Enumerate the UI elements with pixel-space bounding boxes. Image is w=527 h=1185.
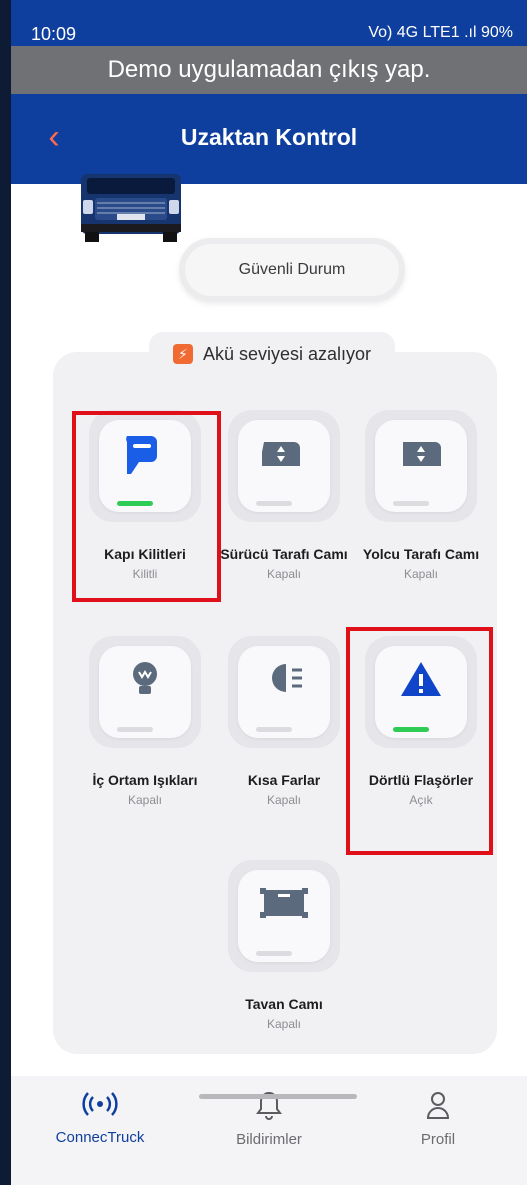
status-icons: Vo) 4G LTE1 .ıl 90% bbox=[368, 24, 513, 42]
status-time: 10:09 bbox=[31, 24, 77, 44]
control-state: Kapalı bbox=[266, 567, 302, 581]
status-indicator bbox=[256, 727, 292, 732]
nav-label: Bildirimler bbox=[236, 1131, 302, 1148]
app-screen: 10:09 Vo) 4G LTE1 .ıl 90% Demo uygulamad… bbox=[11, 0, 527, 1185]
control-driver-window[interactable]: Sürücü Tarafı Camı Kapalı bbox=[214, 410, 354, 581]
control-low-beams[interactable]: Kısa Farlar Kapalı bbox=[214, 636, 354, 807]
truck-image bbox=[81, 174, 181, 242]
bottom-navigation: ConnecTruck Bildirimler Profil bbox=[11, 1076, 527, 1185]
page-title: Uzaktan Kontrol bbox=[180, 124, 358, 150]
nav-connectruck[interactable]: ConnecTruck bbox=[15, 1090, 185, 1146]
driver-window-icon bbox=[262, 442, 300, 466]
control-label: Kısa Farlar bbox=[247, 772, 321, 788]
control-card[interactable] bbox=[228, 860, 340, 972]
battery-warning-text: Akü seviyesi azalıyor bbox=[202, 343, 372, 364]
nav-profile[interactable]: Profil bbox=[353, 1090, 523, 1148]
control-label: Tavan Camı bbox=[245, 996, 323, 1012]
status-indicator bbox=[256, 501, 292, 506]
interior-light-icon bbox=[133, 662, 157, 694]
status-indicator bbox=[393, 501, 429, 506]
control-card[interactable] bbox=[365, 410, 477, 522]
control-state: Kapalı bbox=[127, 793, 163, 807]
control-sunroof[interactable]: Tavan Camı Kapalı bbox=[214, 860, 354, 1031]
battery-percent: 90% bbox=[480, 24, 513, 41]
control-card[interactable] bbox=[228, 636, 340, 748]
battery-alert-icon: ⚡ bbox=[172, 344, 193, 364]
passenger-window-icon bbox=[403, 442, 441, 466]
control-state: Kapalı bbox=[266, 1017, 302, 1031]
safe-mode-button[interactable]: Güvenli Durum bbox=[179, 238, 405, 302]
battery-warning: ⚡ Akü seviyesi azalıyor bbox=[149, 332, 395, 376]
status-indicator bbox=[117, 727, 153, 732]
remote-control-content: Güvenli Durum ⚡ Akü seviyesi azalıyor Ka… bbox=[11, 174, 527, 1076]
exit-demo-banner[interactable]: Demo uygulamadan çıkış yap. bbox=[11, 46, 527, 94]
control-interior-lights[interactable]: İç Ortam Işıkları Kapalı bbox=[75, 636, 215, 807]
status-indicator bbox=[256, 951, 292, 956]
low-beam-icon bbox=[272, 664, 302, 692]
home-indicator[interactable] bbox=[199, 1094, 357, 1099]
control-label: İç Ortam Işıkları bbox=[92, 772, 198, 788]
control-state: Kapalı bbox=[266, 793, 302, 807]
control-label: Sürücü Tarafı Camı bbox=[220, 546, 348, 562]
control-state: Kapalı bbox=[403, 567, 439, 581]
network-indicators: Vo) 4G LTE1 .ıl bbox=[368, 24, 477, 41]
highlight-box-hazard-lights bbox=[346, 627, 493, 855]
signal-icon bbox=[82, 1092, 118, 1116]
control-passenger-window[interactable]: Yolcu Tarafı Camı Kapalı bbox=[351, 410, 491, 581]
control-card[interactable] bbox=[89, 636, 201, 748]
nav-label: ConnecTruck bbox=[55, 1129, 145, 1146]
sunroof-icon bbox=[260, 888, 308, 918]
user-icon bbox=[426, 1092, 450, 1119]
nav-label: Profil bbox=[420, 1131, 456, 1148]
control-label: Yolcu Tarafı Camı bbox=[362, 546, 480, 562]
highlight-box-door-locks bbox=[72, 411, 221, 602]
header-bar: ‹ Uzaktan Kontrol bbox=[11, 94, 527, 184]
control-card[interactable] bbox=[228, 410, 340, 522]
